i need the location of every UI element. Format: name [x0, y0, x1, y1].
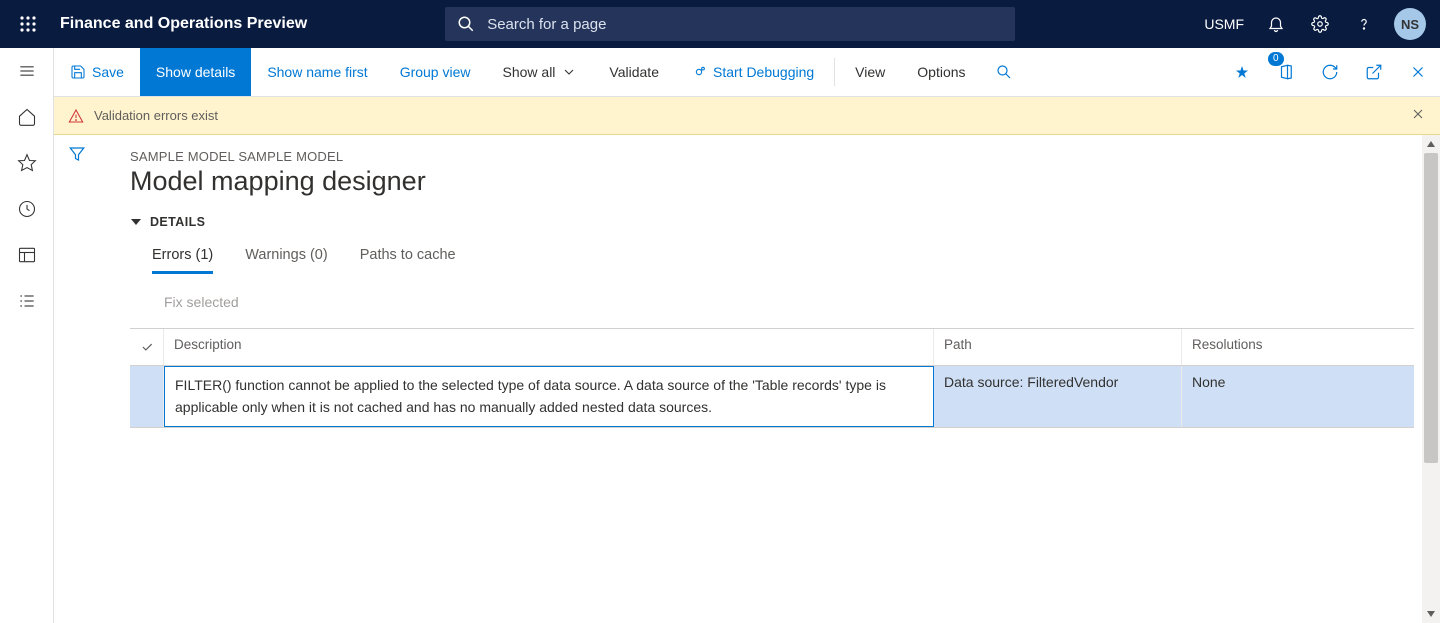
tab-warnings[interactable]: Warnings (0)	[245, 247, 327, 274]
options-menu[interactable]: Options	[901, 48, 981, 96]
find-button[interactable]	[982, 48, 1026, 96]
modules-icon[interactable]	[16, 290, 38, 312]
vertical-scrollbar[interactable]	[1422, 135, 1440, 623]
home-icon[interactable]	[16, 106, 38, 128]
breadcrumb: SAMPLE MODEL SAMPLE MODEL	[130, 149, 1414, 164]
group-view-button[interactable]: Group view	[384, 48, 487, 96]
column-header-description[interactable]: Description	[164, 329, 934, 365]
scroll-thumb[interactable]	[1424, 153, 1438, 463]
debug-icon	[691, 64, 707, 80]
close-button[interactable]	[1396, 48, 1440, 96]
column-header-path[interactable]: Path	[934, 329, 1182, 365]
dismiss-message-button[interactable]	[1410, 106, 1426, 125]
company-picker[interactable]: USMF	[1196, 16, 1252, 32]
help-button[interactable]	[1344, 0, 1384, 48]
search-icon	[457, 15, 475, 33]
tab-errors[interactable]: Errors (1)	[152, 247, 213, 274]
global-search[interactable]	[445, 7, 1015, 41]
validate-button[interactable]: Validate	[593, 48, 675, 96]
hamburger-menu[interactable]	[16, 60, 38, 82]
waffle-menu[interactable]	[8, 0, 48, 48]
settings-button[interactable]	[1300, 0, 1340, 48]
popout-button[interactable]	[1352, 48, 1396, 96]
scroll-down-button[interactable]	[1422, 605, 1440, 623]
cell-resolutions[interactable]: None	[1182, 366, 1414, 427]
page-title: Model mapping designer	[130, 166, 1414, 197]
collapse-icon	[130, 216, 142, 228]
refresh-button[interactable]	[1308, 48, 1352, 96]
filter-pane-button[interactable]	[68, 145, 86, 168]
favorites-icon[interactable]	[16, 152, 38, 174]
user-avatar[interactable]: NS	[1394, 8, 1426, 40]
recent-icon[interactable]	[16, 198, 38, 220]
grid-row[interactable]: FILTER() function cannot be applied to t…	[130, 366, 1414, 428]
tab-paths-to-cache[interactable]: Paths to cache	[360, 247, 456, 274]
notifications-button[interactable]	[1256, 0, 1296, 48]
cell-path[interactable]: Data source: FilteredVendor	[934, 366, 1182, 427]
show-all-dropdown[interactable]: Show all	[487, 48, 594, 96]
validation-message-text: Validation errors exist	[94, 108, 218, 123]
view-menu[interactable]: View	[839, 48, 901, 96]
validation-message-bar: Validation errors exist	[54, 97, 1440, 135]
column-header-resolutions[interactable]: Resolutions	[1182, 329, 1414, 365]
save-button[interactable]: Save	[54, 48, 140, 96]
app-title: Finance and Operations Preview	[60, 15, 307, 33]
fix-selected-button: Fix selected	[164, 294, 239, 310]
show-details-button[interactable]: Show details	[140, 48, 251, 96]
row-checkbox[interactable]	[130, 366, 164, 427]
errors-grid: Description Path Resolutions FILTER() fu…	[130, 328, 1414, 428]
warning-icon	[68, 108, 84, 124]
grid-header-row: Description Path Resolutions	[130, 329, 1414, 366]
office-button[interactable]: 0	[1264, 48, 1308, 96]
select-all-checkbox[interactable]	[130, 329, 164, 365]
scroll-up-button[interactable]	[1422, 135, 1440, 153]
chevron-down-icon	[561, 64, 577, 80]
cell-description[interactable]: FILTER() function cannot be applied to t…	[164, 366, 934, 427]
start-debugging-button[interactable]: Start Debugging	[675, 48, 830, 96]
office-badge-count: 0	[1268, 52, 1284, 66]
personalize-button[interactable]	[1220, 48, 1264, 96]
show-name-first-button[interactable]: Show name first	[251, 48, 383, 96]
workspaces-icon[interactable]	[16, 244, 38, 266]
search-input[interactable]	[487, 16, 1003, 33]
details-section-toggle[interactable]: DETAILS	[130, 215, 1414, 229]
